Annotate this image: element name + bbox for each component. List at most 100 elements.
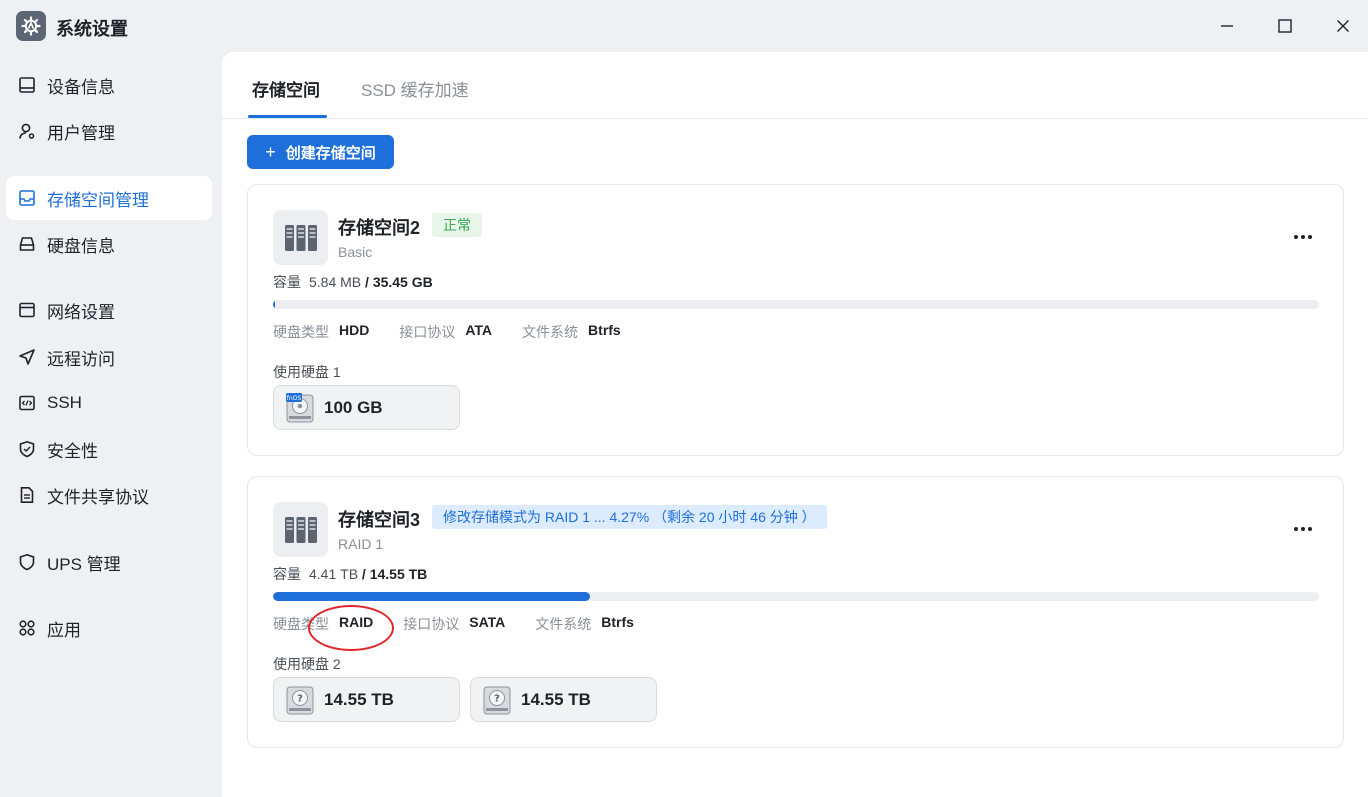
- sidebar-item-label: 用户管理: [47, 123, 115, 143]
- capacity-label: 容量: [273, 566, 301, 582]
- capacity-separator: /: [365, 274, 369, 290]
- disk-type-label: 硬盘类型: [273, 616, 329, 632]
- pool-info-row: 硬盘类型 RAID 接口协议 SATA 文件系统 Btrfs: [273, 614, 664, 634]
- maximize-icon[interactable]: [1271, 12, 1299, 40]
- sidebar-item-label: 文件共享协议: [47, 487, 149, 507]
- capacity-row: 容量 5.84 MB / 35.45 GB: [273, 272, 433, 292]
- create-storage-label: 创建存储空间: [285, 144, 376, 162]
- disk-type-value: RAID: [339, 614, 374, 630]
- send-icon: [18, 348, 36, 366]
- fnos-disk-icon: fnOS: [286, 392, 314, 422]
- tab-storage-space[interactable]: 存储空间: [252, 76, 320, 119]
- svg-text:fnOS: fnOS: [287, 395, 302, 402]
- more-options-icon[interactable]: [1291, 517, 1315, 541]
- apps-icon: [18, 619, 36, 637]
- sidebar-item-remote-access[interactable]: 远程访问: [6, 335, 212, 379]
- interface-label: 接口协议: [399, 324, 456, 340]
- sidebar-item-ups[interactable]: UPS 管理: [6, 540, 212, 584]
- main-panel: 存储空间 SSD 缓存加速 + 创建存储空间 存储空间2 正常 Basic 容量…: [222, 52, 1368, 797]
- disk-chip[interactable]: ? 14.55 TB: [273, 677, 460, 722]
- disk-size: 14.55 TB: [521, 689, 591, 709]
- pool-name: 存储空间3: [338, 510, 421, 530]
- capacity-separator: /: [361, 566, 366, 582]
- tab-ssd-cache[interactable]: SSD 缓存加速: [361, 76, 469, 119]
- user-gear-icon: [18, 122, 36, 140]
- capacity-used: 5.84 MB: [309, 274, 362, 290]
- capacity-total: 35.45 GB: [372, 274, 433, 290]
- sidebar-item-label: 存储空间管理: [47, 190, 149, 210]
- sidebar-item-storage-management[interactable]: 存储空间管理: [6, 176, 212, 220]
- sidebar-item-device-info[interactable]: 设备信息: [6, 63, 212, 107]
- sidebar-item-label: 设备信息: [47, 77, 115, 97]
- sidebar: 设备信息 用户管理 存储空间管理 硬盘信息 网络设置 远程访问 SSH 安全性 …: [0, 52, 222, 797]
- filesystem-value: Btrfs: [588, 322, 621, 338]
- pool-name: 存储空间2: [338, 218, 421, 238]
- server-icon: [273, 210, 328, 265]
- sidebar-item-security[interactable]: 安全性: [6, 427, 212, 471]
- disk-size: 14.55 TB: [324, 689, 394, 709]
- unknown-disk-icon: ?: [286, 686, 314, 714]
- capacity-bar: [273, 592, 1319, 601]
- disk-type-label: 硬盘类型: [273, 324, 329, 340]
- capacity-label: 容量: [273, 274, 301, 290]
- code-icon: [18, 394, 36, 412]
- sidebar-item-user-management[interactable]: 用户管理: [6, 109, 212, 153]
- sidebar-item-apps[interactable]: 应用: [6, 606, 212, 650]
- active-tab-indicator: [248, 115, 327, 118]
- capacity-bar-fill: [273, 592, 590, 601]
- disk-chip[interactable]: fnOS 100 GB: [273, 385, 460, 430]
- sidebar-item-ssh[interactable]: SSH: [6, 381, 212, 425]
- storage-pool-card: 存储空间2 正常 Basic 容量 5.84 MB / 35.45 GB 硬盘类型…: [247, 184, 1344, 456]
- disk-size: 100 GB: [324, 397, 383, 417]
- pool-raid-level: Basic: [338, 244, 373, 260]
- sidebar-item-label: 远程访问: [47, 349, 115, 369]
- unknown-disk-icon: ?: [483, 686, 511, 714]
- status-badge: 修改存储模式为 RAID 1 ... 4.27% （剩余 20 小时 46 分钟…: [432, 505, 827, 529]
- capacity-used: 4.41 TB: [309, 566, 359, 582]
- server-icon: [273, 502, 328, 557]
- interface-label: 接口协议: [403, 616, 460, 632]
- disk-chip[interactable]: ? 14.55 TB: [470, 677, 657, 722]
- network-icon: [18, 301, 36, 319]
- disks-used-label: 使用硬盘 2: [273, 656, 341, 672]
- shield-icon: [18, 553, 36, 571]
- capacity-bar: [273, 300, 1319, 309]
- shield-check-icon: [18, 440, 36, 458]
- storage-pool-card: 存储空间3 修改存储模式为 RAID 1 ... 4.27% （剩余 20 小时…: [247, 476, 1344, 748]
- sidebar-item-label: UPS 管理: [47, 554, 121, 574]
- disk-type-value: HDD: [339, 322, 370, 338]
- sidebar-item-label: 安全性: [47, 441, 98, 461]
- storage-icon: [18, 189, 36, 207]
- svg-text:?: ?: [494, 693, 500, 704]
- filesystem-label: 文件系统: [535, 616, 592, 632]
- tab-bar: 存储空间 SSD 缓存加速: [222, 52, 1368, 119]
- interface-value: ATA: [465, 322, 493, 338]
- sidebar-item-label: SSH: [47, 393, 82, 412]
- monitor-icon: [18, 76, 36, 94]
- file-icon: [18, 486, 36, 504]
- settings-app-icon: [16, 11, 46, 41]
- minimize-icon[interactable]: [1213, 12, 1241, 40]
- close-icon[interactable]: [1329, 12, 1357, 40]
- interface-value: SATA: [469, 614, 506, 630]
- sidebar-item-network[interactable]: 网络设置: [6, 288, 212, 332]
- pool-info-row: 硬盘类型 HDD 接口协议 ATA 文件系统 Btrfs: [273, 322, 651, 342]
- sidebar-item-label: 应用: [47, 620, 81, 640]
- capacity-total: 14.55 TB: [369, 566, 428, 582]
- create-storage-button[interactable]: + 创建存储空间: [247, 135, 394, 169]
- capacity-row: 容量 4.41 TB / 14.55 TB: [273, 564, 427, 584]
- filesystem-label: 文件系统: [522, 324, 579, 340]
- window-title: 系统设置: [56, 19, 128, 39]
- sidebar-item-label: 网络设置: [47, 302, 115, 322]
- sidebar-item-disk-info[interactable]: 硬盘信息: [6, 222, 212, 266]
- harddisk-icon: [18, 235, 36, 253]
- filesystem-value: Btrfs: [601, 614, 634, 630]
- title-bar: 系统设置: [0, 0, 1368, 52]
- sidebar-item-label: 硬盘信息: [47, 236, 115, 256]
- status-badge: 正常: [432, 213, 482, 237]
- sidebar-item-file-sharing[interactable]: 文件共享协议: [6, 473, 212, 517]
- more-options-icon[interactable]: [1291, 225, 1315, 249]
- svg-text:?: ?: [297, 693, 303, 704]
- plus-icon: +: [265, 141, 276, 162]
- pool-raid-level: RAID 1: [338, 536, 384, 552]
